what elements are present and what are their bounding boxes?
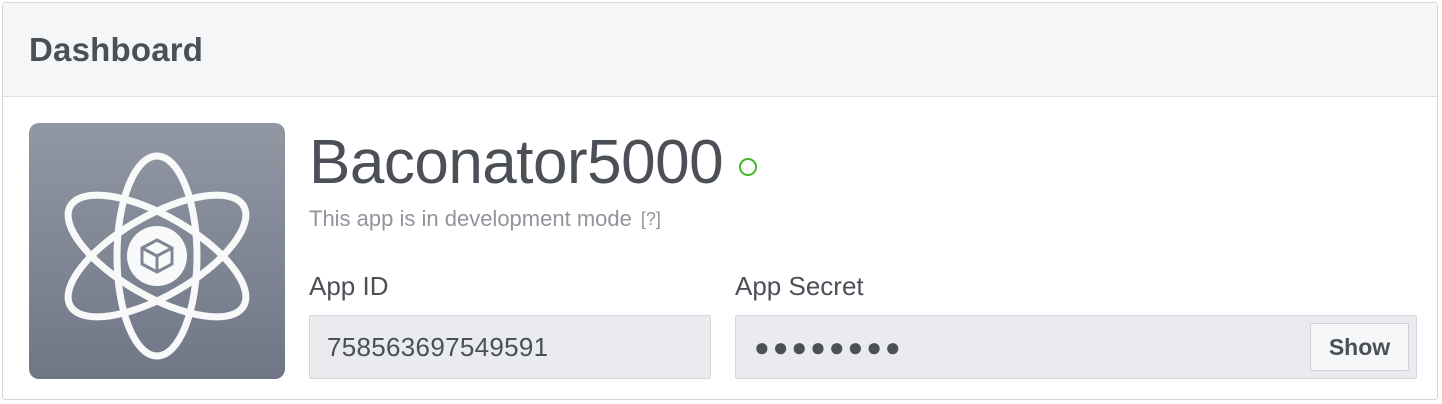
development-mode-notice: This app is in development mode [?] — [309, 206, 661, 232]
app-secret-field[interactable]: ●●●●●●●● Show — [735, 315, 1417, 379]
status-circle-icon — [739, 158, 758, 176]
help-link[interactable]: [?] — [641, 209, 661, 230]
app-id-field[interactable]: 758563697549591 — [309, 315, 711, 379]
panel-title: Dashboard — [29, 30, 204, 68]
development-mode-text: This app is in development mode — [309, 206, 632, 231]
atom-cube-icon — [29, 123, 285, 379]
panel-header: Dashboard — [3, 3, 1437, 97]
show-secret-button[interactable]: Show — [1310, 323, 1409, 371]
dashboard-panel: Dashboard Baconator5000 This app is in d… — [2, 2, 1438, 400]
app-secret-label: App Secret — [735, 271, 864, 301]
app-id-label: App ID — [309, 271, 389, 301]
app-name-row: Baconator5000 — [309, 127, 758, 199]
app-name: Baconator5000 — [309, 128, 724, 197]
app-secret-masked-value: ●●●●●●●● — [754, 331, 904, 362]
